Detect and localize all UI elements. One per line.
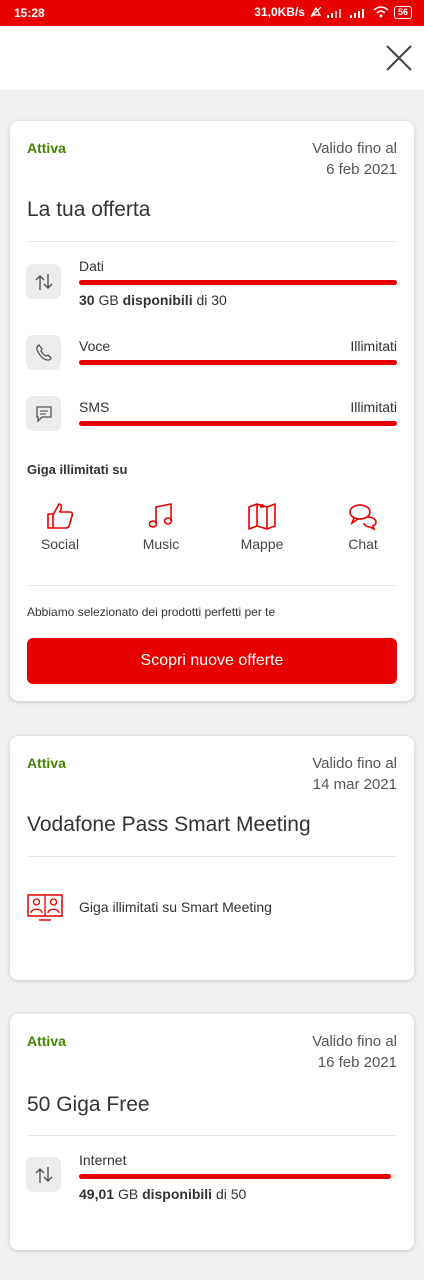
divider	[27, 241, 397, 242]
offer-card-50-giga: Attiva Valido fino al 16 feb 2021 50 Gig…	[10, 1014, 414, 1250]
offer-title: Vodafone Pass Smart Meeting	[27, 813, 311, 836]
promo-text: Abbiamo selezionato dei prodotti perfett…	[27, 605, 276, 619]
offer-title: 50 Giga Free	[27, 1093, 150, 1116]
offer-card-smart-meeting: Attiva Valido fino al 14 mar 2021 Vodafo…	[10, 736, 414, 980]
usage-label-voce: Voce	[79, 338, 111, 354]
divider	[27, 856, 397, 857]
thumbs-up-icon	[47, 503, 74, 529]
validity-date: 16 feb 2021	[317, 1054, 397, 1071]
category-music[interactable]: Music	[126, 500, 196, 552]
validity: Valido fino al 16 feb 2021	[312, 1031, 397, 1073]
status-indicators: 31,0KB/s 56	[254, 5, 412, 19]
category-social[interactable]: Social	[25, 500, 95, 552]
validity-label: Valido fino al	[312, 1033, 397, 1050]
chat-bubbles-icon	[349, 504, 377, 531]
status-time: 15:28	[14, 6, 45, 20]
message-icon	[26, 396, 61, 431]
usage-label-dati: Dati	[79, 258, 104, 274]
usage-bar-voce	[79, 360, 397, 365]
usage-label-internet: Internet	[79, 1152, 127, 1168]
battery-icon: 56	[393, 5, 412, 19]
signal-icon-2	[349, 8, 364, 18]
top-bar	[0, 26, 424, 90]
close-icon[interactable]	[384, 43, 414, 73]
feature-text: Giga illimitati su Smart Meeting	[79, 899, 272, 915]
usage-detail-internet: 49,01 GB disponibili di 50	[79, 1186, 247, 1202]
status-bar: 15:28 31,0KB/s 56	[0, 0, 424, 26]
status-label: Attiva	[27, 140, 66, 156]
divider	[27, 1135, 397, 1136]
discover-offers-button[interactable]: Scopri nuove offerte	[27, 638, 397, 684]
usage-label-sms: SMS	[79, 399, 110, 415]
usage-detail-dati: 30 GB disponibili di 30	[79, 292, 227, 308]
usage-value-voce: Illimitati	[350, 338, 397, 354]
data-transfer-icon	[26, 264, 61, 299]
validity-date: 14 mar 2021	[312, 776, 397, 793]
validity: Valido fino al 14 mar 2021	[312, 753, 397, 795]
usage-bar-dati	[79, 280, 397, 285]
video-meeting-icon	[27, 894, 63, 921]
status-label: Attiva	[27, 1033, 66, 1049]
mute-icon	[310, 6, 322, 18]
status-label: Attiva	[27, 755, 66, 771]
map-icon	[248, 503, 276, 530]
offer-title: La tua offerta	[27, 198, 151, 221]
usage-value-sms: Illimitati	[350, 399, 397, 415]
wifi-icon	[373, 6, 389, 18]
data-transfer-icon	[26, 1157, 61, 1192]
network-speed: 31,0KB/s	[254, 5, 305, 19]
usage-bar-sms	[79, 421, 397, 426]
validity-label: Valido fino al	[312, 140, 397, 157]
usage-bar-internet	[79, 1174, 397, 1179]
category-chat[interactable]: Chat	[328, 500, 398, 552]
usage-bar-fill	[79, 1174, 391, 1179]
unlimited-title: Giga illimitati su	[27, 462, 128, 477]
validity-label: Valido fino al	[312, 755, 397, 772]
signal-icon	[326, 8, 341, 18]
music-note-icon	[148, 503, 173, 528]
category-mappe[interactable]: Mappe	[227, 500, 297, 552]
validity-date: 6 feb 2021	[326, 161, 397, 178]
divider	[27, 585, 397, 586]
validity: Valido fino al 6 feb 2021	[312, 138, 397, 180]
phone-icon	[26, 335, 61, 370]
offer-card-main: Attiva Valido fino al 6 feb 2021 La tua …	[10, 121, 414, 701]
